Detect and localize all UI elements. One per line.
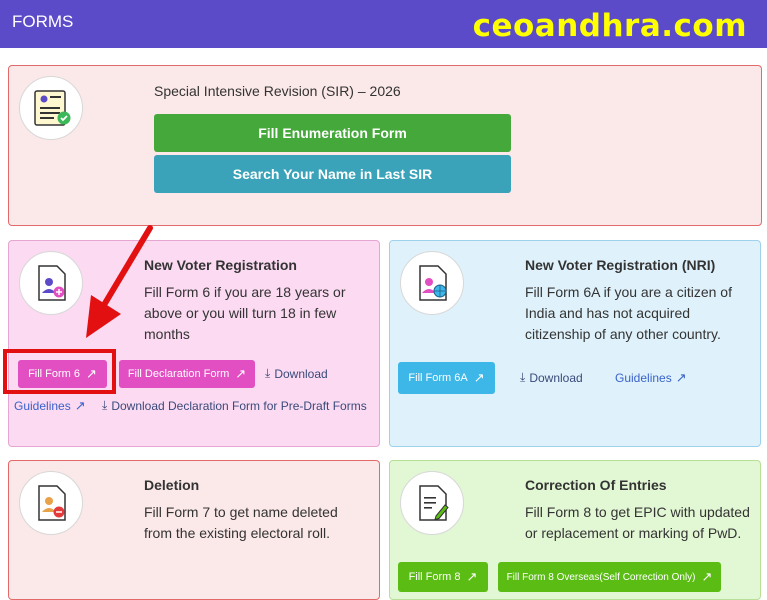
- external-arrow-icon: ↗: [466, 569, 478, 584]
- external-arrow-icon: ↗: [235, 366, 247, 381]
- brand-watermark: ceoandhra.com: [472, 8, 747, 44]
- form-6a-download-link[interactable]: ⤓ Download: [520, 370, 583, 385]
- fill-enumeration-form-button[interactable]: Fill Enumeration Form: [154, 114, 511, 152]
- forms-header: FORMS ceoandhra.com: [0, 0, 767, 48]
- fill-form-8-label: Fill Form 8: [408, 571, 461, 583]
- new-voter-registration-card: New Voter Registration Fill Form 6 if yo…: [8, 240, 380, 447]
- form-6-download-link[interactable]: ⤓ Download: [265, 366, 328, 381]
- new-voter-description: Fill Form 6 if you are 18 years or above…: [144, 282, 346, 345]
- predraft-label: Download Declaration Form for Pre-Draft …: [111, 398, 367, 413]
- correction-card: Correction Of Entries Fill Form 8 to get…: [389, 460, 761, 600]
- fill-declaration-form-button[interactable]: Fill Declaration Form ↗: [119, 360, 255, 388]
- voter-add-icon: [19, 251, 83, 315]
- voter-remove-icon: [19, 471, 83, 535]
- fill-form-8-button[interactable]: Fill Form 8 ↗: [398, 562, 488, 592]
- guidelines-label: Guidelines: [615, 371, 672, 385]
- edit-document-icon: [400, 471, 464, 535]
- desc-line: Fill Form 6A if you are a citizen of: [525, 284, 732, 300]
- external-arrow-icon: ↗: [473, 370, 485, 385]
- desc-line: India and has not acquired: [525, 305, 691, 321]
- fill-form-6a-button[interactable]: Fill Form 6A ↗: [398, 362, 495, 394]
- declaration-label: Fill Declaration Form: [127, 368, 230, 380]
- download-icon: ⤓: [102, 398, 108, 412]
- desc-line: Fill Form 6 if you are 18 years or: [144, 284, 346, 300]
- desc-line: Fill Form 8 to get EPIC with updated: [525, 504, 750, 520]
- highlight-box: [3, 349, 116, 394]
- deletion-heading: Deletion: [144, 477, 200, 493]
- fill-form-6a-label: Fill Form 6A: [408, 372, 468, 384]
- form-6-guidelines-link[interactable]: Guidelines ↗: [14, 398, 86, 414]
- sir-card: Special Intensive Revision (SIR) – 2026 …: [8, 65, 762, 226]
- desc-line: citizenship of any other country.: [525, 326, 721, 342]
- search-name-last-sir-button[interactable]: Search Your Name in Last SIR: [154, 155, 511, 193]
- deletion-card: Deletion Fill Form 7 to get name deleted…: [8, 460, 380, 600]
- download-label: Download: [529, 370, 583, 385]
- guidelines-label: Guidelines: [14, 399, 71, 413]
- page-title: FORMS: [12, 12, 74, 31]
- new-voter-heading: New Voter Registration: [144, 257, 297, 273]
- correction-description: Fill Form 8 to get EPIC with updated or …: [525, 502, 750, 544]
- nri-registration-card: New Voter Registration (NRI) Fill Form 6…: [389, 240, 761, 447]
- deletion-description: Fill Form 7 to get name deleted from the…: [144, 502, 338, 544]
- nri-heading: New Voter Registration (NRI): [525, 257, 716, 273]
- external-arrow-icon: ↗: [701, 569, 713, 584]
- sir-heading: Special Intensive Revision (SIR) – 2026: [154, 83, 401, 99]
- nri-description: Fill Form 6A if you are a citizen of Ind…: [525, 282, 732, 345]
- download-label: Download: [274, 366, 328, 381]
- sir-form-icon: [19, 76, 83, 140]
- external-arrow-icon: ↗: [675, 370, 687, 385]
- desc-line: or replacement or marking of PwD.: [525, 525, 742, 541]
- correction-heading: Correction Of Entries: [525, 477, 667, 493]
- form-6a-guidelines-link[interactable]: Guidelines ↗: [615, 370, 687, 386]
- predraft-declaration-download-link[interactable]: ⤓ Download Declaration Form for Pre-Draf…: [102, 398, 367, 413]
- desc-line: Fill Form 7 to get name deleted: [144, 504, 338, 520]
- external-arrow-icon: ↗: [74, 398, 86, 413]
- overseas-label: Fill Form 8 Overseas(Self Correction Onl…: [506, 571, 696, 583]
- download-icon: ⤓: [520, 370, 526, 384]
- desc-line: months: [144, 326, 190, 342]
- fill-form-8-overseas-button[interactable]: Fill Form 8 Overseas(Self Correction Onl…: [498, 562, 721, 592]
- desc-line: above or you will turn 18 in few: [144, 305, 337, 321]
- voter-globe-icon: [400, 251, 464, 315]
- desc-line: from the existing electoral roll.: [144, 525, 330, 541]
- download-icon: ⤓: [265, 366, 271, 380]
